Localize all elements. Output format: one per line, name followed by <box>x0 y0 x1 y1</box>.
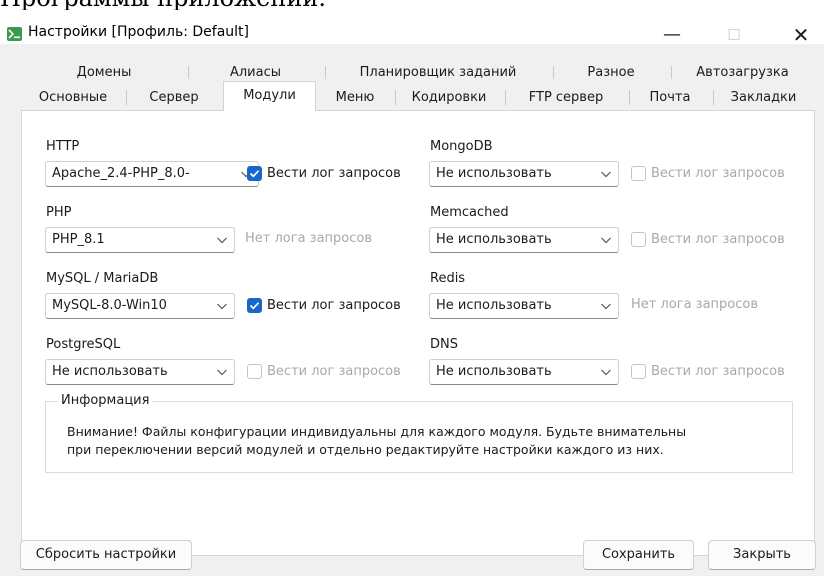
postgresql-log-label: Вести лог запросов <box>267 364 401 379</box>
redis-select[interactable]: Не использовать <box>429 293 619 319</box>
dns-select[interactable]: Не использовать <box>429 359 619 385</box>
close-button[interactable]: Закрыть <box>708 540 816 570</box>
tab-menu[interactable]: Меню <box>316 84 394 110</box>
checkmark-icon <box>247 166 262 181</box>
reset-settings-button[interactable]: Сбросить настройки <box>20 540 192 570</box>
chevron-down-icon <box>217 303 227 310</box>
chevron-down-icon <box>601 237 611 244</box>
chevron-down-icon <box>601 171 611 178</box>
postgresql-label: PostgreSQL <box>46 337 121 352</box>
mysql-select[interactable]: MySQL-8.0-Win10 <box>45 293 235 319</box>
tab-server[interactable]: Сервер <box>125 84 223 110</box>
memcached-label: Memcached <box>430 205 509 220</box>
http-select-value: Apache_2.4-PHP_8.0- <box>52 166 190 181</box>
postgresql-select[interactable]: Не использовать <box>45 359 235 385</box>
tab-mail[interactable]: Почта <box>628 84 712 110</box>
memcached-select-value: Не использовать <box>436 232 552 247</box>
title-bar: Настройки [Профиль: Default] — ☐ ✕ <box>0 10 824 47</box>
dns-log-label: Вести лог запросов <box>651 364 785 379</box>
redis-select-value: Не использовать <box>436 298 552 313</box>
info-groupbox: Информация Внимание! Файлы конфигурации … <box>45 393 793 473</box>
mysql-label: MySQL / MariaDB <box>46 271 159 286</box>
chevron-down-icon <box>217 237 227 244</box>
tab-encodings[interactable]: Кодировки <box>394 84 504 110</box>
redis-label: Redis <box>430 271 466 286</box>
save-button[interactable]: Сохранить <box>583 540 694 570</box>
modules-panel: HTTP Apache_2.4-PHP_8.0- Вести лог запро… <box>21 110 815 556</box>
php-select[interactable]: PHP_8.1 <box>45 227 235 253</box>
checkbox-empty-icon <box>631 232 646 247</box>
memcached-log-label: Вести лог запросов <box>651 232 785 247</box>
mongodb-select[interactable]: Не использовать <box>429 161 619 187</box>
tab-autostart[interactable]: Автозагрузка <box>670 60 815 84</box>
tab-modules[interactable]: Модули <box>223 81 316 111</box>
terminal-app-icon <box>7 27 22 41</box>
tab-scheduler[interactable]: Планировщик заданий <box>324 60 552 84</box>
tab-domains[interactable]: Домены <box>21 60 187 84</box>
info-title: Информация <box>58 393 153 408</box>
mysql-log-label: Вести лог запросов <box>267 298 401 313</box>
window-title: Настройки [Профиль: Default] <box>28 24 250 40</box>
php-label: PHP <box>46 205 72 220</box>
mysql-select-value: MySQL-8.0-Win10 <box>52 298 167 313</box>
settings-dialog: Домены Алиасы Планировщик заданий Разное… <box>0 44 824 576</box>
tab-ftp-server[interactable]: FTP сервер <box>504 84 628 110</box>
chevron-down-icon <box>217 369 227 376</box>
php-no-log-text: Нет лога запросов <box>245 231 373 246</box>
dns-label: DNS <box>430 337 458 352</box>
info-line-2: при переключении версий модулей и отдель… <box>67 442 664 457</box>
chevron-down-icon <box>601 303 611 310</box>
dns-select-value: Не использовать <box>436 364 552 379</box>
info-line-1: Внимание! Файлы конфигурации индивидуаль… <box>67 424 687 439</box>
php-select-value: PHP_8.1 <box>52 232 105 247</box>
checkbox-empty-icon <box>631 166 646 181</box>
mongodb-select-value: Не использовать <box>436 166 552 181</box>
clipped-text-above-window: Программы приложений. <box>0 0 824 10</box>
tab-bookmarks[interactable]: Закладки <box>712 84 815 110</box>
http-log-label: Вести лог запросов <box>267 166 401 181</box>
http-label: HTTP <box>46 139 80 154</box>
checkmark-icon <box>247 298 262 313</box>
chevron-down-icon <box>601 369 611 376</box>
memcached-select[interactable]: Не использовать <box>429 227 619 253</box>
checkbox-empty-icon <box>247 364 262 379</box>
postgresql-select-value: Не использовать <box>52 364 168 379</box>
info-message: Внимание! Файлы конфигурации индивидуаль… <box>67 423 686 459</box>
tab-general[interactable]: Основные <box>21 84 125 110</box>
http-select[interactable]: Apache_2.4-PHP_8.0- <box>45 161 259 187</box>
clipped-heading: Программы приложений. <box>0 0 326 10</box>
tab-misc[interactable]: Разное <box>552 60 670 84</box>
mongodb-label: MongoDB <box>430 139 493 154</box>
redis-no-log-text: Нет лога запросов <box>631 297 759 312</box>
checkbox-empty-icon <box>631 364 646 379</box>
mongodb-log-label: Вести лог запросов <box>651 166 785 181</box>
